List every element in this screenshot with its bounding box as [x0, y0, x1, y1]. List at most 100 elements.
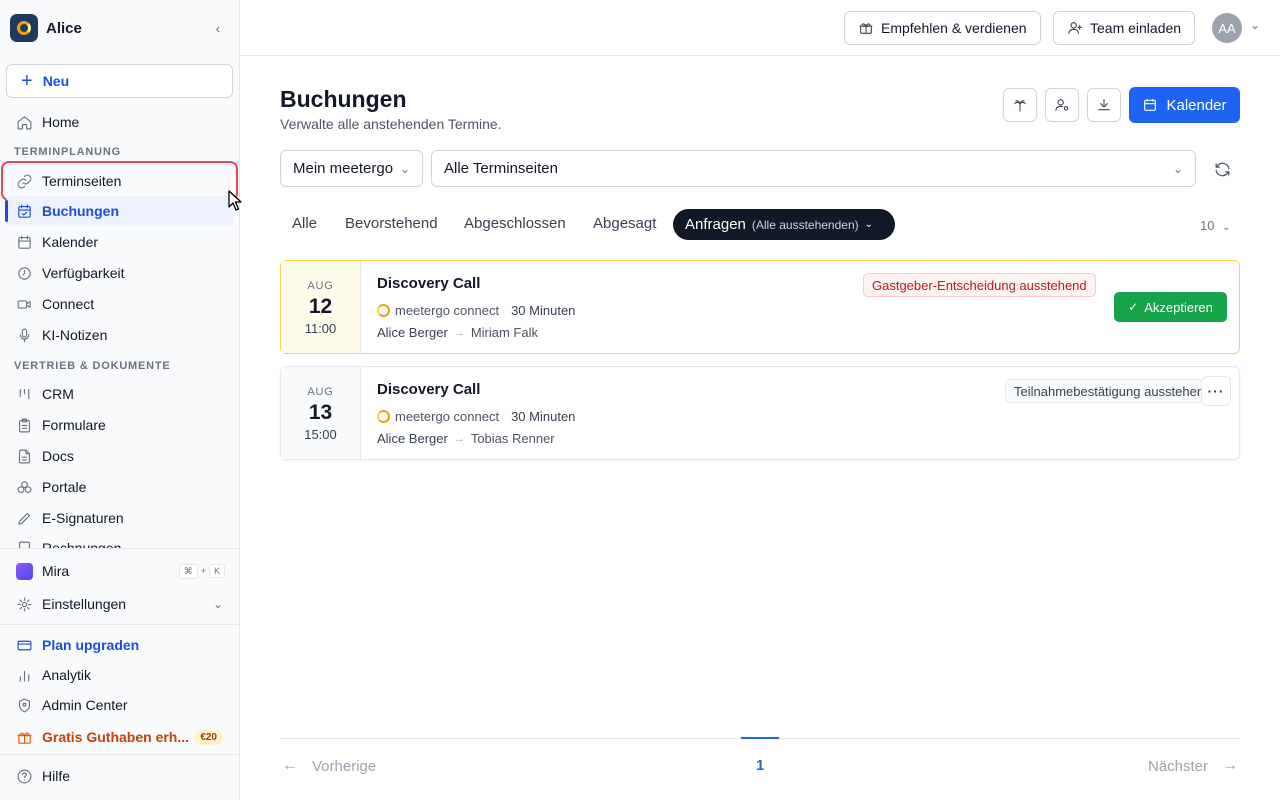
avatar[interactable]: AA	[1212, 13, 1242, 43]
mouse-cursor-icon	[228, 190, 242, 211]
add-user-icon	[1068, 22, 1083, 34]
booking-title: Discovery Call	[377, 381, 481, 398]
event-pages-select-value: Alle Terminseiten	[444, 160, 558, 177]
sidebar-item-crm[interactable]: CRM	[6, 379, 233, 409]
gift-icon	[14, 727, 34, 747]
booking-card[interactable]: AUG 13 15:00 Discovery Call meetergo con…	[280, 366, 1240, 460]
credit-badge: €20	[194, 729, 223, 745]
assign-user-button[interactable]	[1045, 88, 1079, 122]
page-number[interactable]: 1	[756, 757, 764, 774]
sidebar-item-docs[interactable]: Docs	[6, 441, 233, 471]
collapse-sidebar-icon[interactable]: ‹	[207, 20, 229, 36]
previous-page-label: Vorherige	[312, 757, 377, 775]
sidebar-item-verfuegbarkeit[interactable]: Verfügbarkeit	[6, 258, 233, 288]
sidebar-item-terminseiten[interactable]: Terminseiten	[1, 161, 238, 201]
meetergo-connect-icon	[377, 410, 390, 423]
owner-select-value: Mein meetergo	[293, 160, 394, 177]
sidebar-item-label: Kalender	[42, 234, 99, 250]
sidebar-item-portale[interactable]: Portale	[6, 472, 233, 502]
page-size-select[interactable]: 10 ⌄	[1200, 218, 1230, 233]
sidebar-item-mira[interactable]: Mira ⌘ + K	[6, 556, 233, 586]
sidebar-item-hilfe[interactable]: Hilfe	[6, 761, 233, 791]
owner-select[interactable]: Mein meetergo ⌄	[280, 150, 423, 187]
booking-guest: Tobias Renner	[470, 431, 555, 446]
sidebar-item-home[interactable]: Home	[6, 107, 233, 137]
pagination-active-indicator	[741, 737, 779, 739]
sidebar-item-admin-center[interactable]: Admin Center	[6, 690, 233, 720]
chevron-down-icon: ⌄	[1172, 161, 1183, 176]
booking-participants: Alice Berger → Miriam Falk	[377, 325, 538, 340]
tab-anfragen-label: Anfragen	[685, 216, 746, 233]
shield-icon	[14, 695, 34, 715]
previous-page-button[interactable]: ← Vorherige	[282, 757, 376, 775]
clock-icon	[14, 263, 34, 283]
sidebar-item-label: Mira	[42, 563, 70, 579]
mira-shortcut: ⌘ + K	[178, 563, 225, 579]
refer-button[interactable]: Empfehlen & verdienen	[844, 11, 1041, 45]
booking-card[interactable]: AUG 12 11:00 Discovery Call meetergo con…	[280, 260, 1240, 354]
tab-bevorstehend[interactable]: Bevorstehend	[345, 215, 438, 232]
chevron-down-icon: ⌄	[399, 161, 410, 176]
new-button[interactable]: + Neu	[6, 64, 233, 98]
sidebar-item-label: Hilfe	[42, 768, 71, 784]
sidebar-item-e-signaturen[interactable]: E-Signaturen	[6, 503, 233, 533]
sidebar-item-connect[interactable]: Connect	[6, 289, 233, 319]
download-button[interactable]	[1087, 88, 1121, 122]
palm-tree-icon	[1014, 100, 1026, 112]
accept-button[interactable]: ✓ Akzeptieren	[1114, 292, 1227, 322]
sidebar-item-label: Terminseiten	[42, 173, 122, 189]
refresh-button[interactable]	[1209, 156, 1235, 182]
pen-icon	[14, 508, 34, 528]
booking-guest: Miriam Falk	[470, 325, 538, 340]
help-icon	[14, 766, 34, 786]
sidebar-item-einstellungen[interactable]: Einstellungen ⌄	[6, 589, 233, 619]
sidebar-item-kalender[interactable]: Kalender	[6, 227, 233, 257]
sidebar-item-formulare[interactable]: Formulare	[6, 410, 233, 440]
plus-icon: +	[21, 70, 33, 92]
tab-alle[interactable]: Alle	[292, 215, 317, 232]
page-title: Buchungen	[280, 86, 407, 112]
tab-anfragen[interactable]: Anfragen (Alle ausstehenden) ⌄	[673, 209, 895, 240]
sidebar-item-label: Verfügbarkeit	[42, 265, 125, 281]
sidebar-item-label: Portale	[42, 479, 87, 495]
refresh-icon	[1215, 162, 1229, 176]
tab-abgeschlossen[interactable]: Abgeschlossen	[464, 215, 566, 232]
sidebar-item-label: Home	[42, 114, 80, 130]
page-size-value: 10	[1200, 218, 1215, 233]
vacation-button[interactable]	[1003, 88, 1037, 122]
workspace-header[interactable]: Alice ‹	[0, 0, 239, 56]
credit-card-icon	[14, 635, 34, 655]
sidebar-item-label: Docs	[42, 448, 74, 464]
sidebar-item-buchungen[interactable]: Buchungen	[5, 196, 233, 226]
arrow-left-icon: ←	[282, 757, 298, 774]
sidebar-item-analytik[interactable]: Analytik	[6, 660, 233, 690]
sidebar-item-rechnungen[interactable]: Rechnungen	[6, 536, 233, 548]
chevron-down-icon[interactable]: ⌄	[1250, 18, 1260, 32]
chevron-down-icon: ⌄	[212, 597, 223, 611]
page-subtitle: Verwalte alle anstehenden Termine.	[280, 116, 502, 132]
kanban-icon	[14, 384, 34, 404]
sidebar-item-label: Analytik	[42, 667, 92, 683]
calendar-button[interactable]: Kalender	[1129, 87, 1240, 123]
sidebar-item-ki-notizen[interactable]: KI-Notizen	[6, 320, 233, 350]
tab-abgesagt[interactable]: Abgesagt	[593, 215, 656, 232]
next-page-button[interactable]: Nächster →	[1148, 757, 1238, 775]
booking-day: 12	[308, 295, 333, 318]
invite-team-button[interactable]: Team einladen	[1053, 11, 1196, 45]
meetergo-logo-icon	[10, 14, 38, 42]
sidebar-item-gratis-guthaben[interactable]: Gratis Guthaben erh... €20	[6, 722, 233, 752]
sidebar-item-plan-upgraden[interactable]: Plan upgraden	[6, 630, 233, 660]
event-pages-select[interactable]: Alle Terminseiten ⌄	[431, 150, 1196, 187]
calendar-icon	[14, 232, 34, 252]
sidebar-item-label: Connect	[42, 296, 95, 312]
sidebar-item-label: CRM	[42, 386, 74, 402]
document-icon	[14, 446, 34, 466]
more-actions-button[interactable]: ···	[1201, 376, 1231, 406]
booking-host: Alice Berger	[377, 431, 448, 446]
invite-button-label: Team einladen	[1090, 20, 1182, 36]
booking-platform: meetergo connect	[395, 409, 500, 424]
new-button-label: Neu	[42, 73, 70, 89]
booking-date: AUG 13 15:00	[281, 367, 361, 459]
tab-anfragen-sublabel: (Alle ausstehenden)	[751, 217, 859, 232]
check-icon: ✓	[1128, 300, 1139, 314]
